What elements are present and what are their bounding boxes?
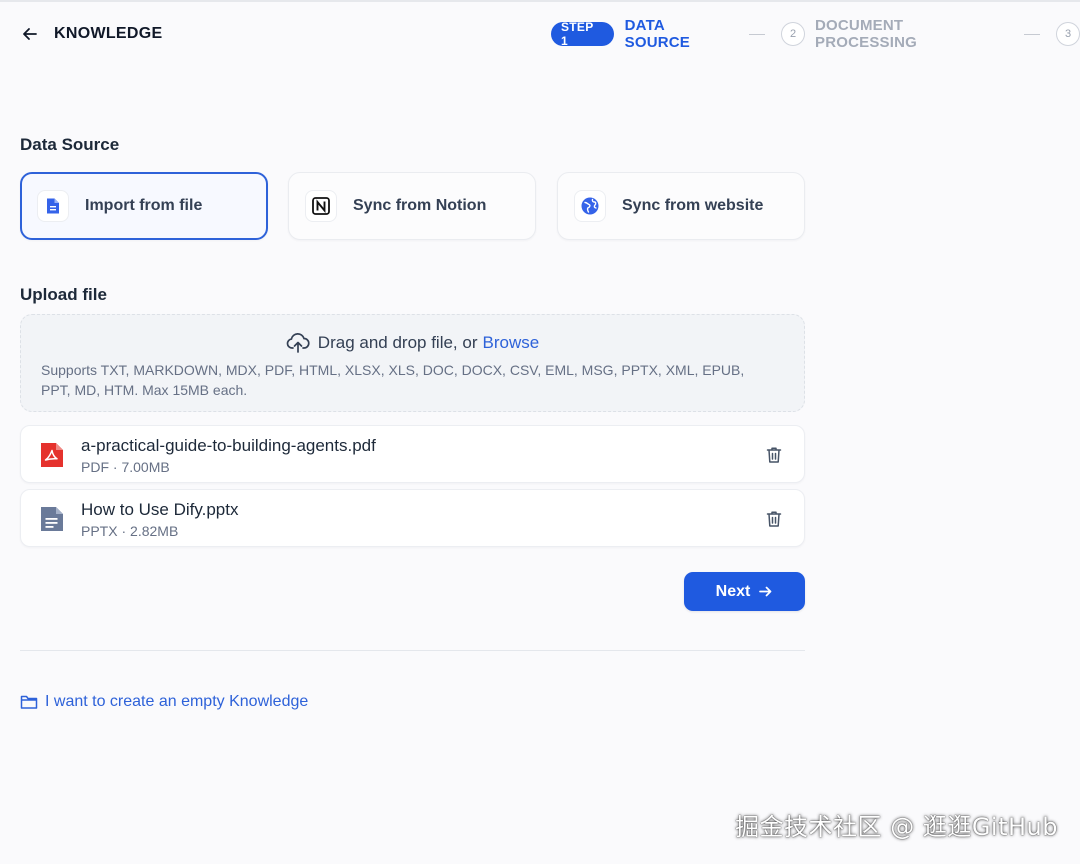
step-1-label: DATA SOURCE xyxy=(624,17,690,51)
file-icon xyxy=(37,190,69,222)
file-name: a-practical-guide-to-building-agents.pdf xyxy=(81,436,376,455)
step-1-badge: STEP 1 xyxy=(551,20,614,48)
page-title: KNOWLEDGE xyxy=(54,25,163,42)
step-connector xyxy=(749,33,766,35)
file-meta: PDF · 7.00MB xyxy=(81,459,170,475)
next-label: Next xyxy=(715,582,751,600)
step-2-circle: 2 xyxy=(781,22,805,46)
meta-separator: · xyxy=(121,523,127,539)
file-size: 2.82MB xyxy=(130,523,179,539)
trash-icon[interactable] xyxy=(764,445,784,465)
top-border xyxy=(0,0,1080,2)
document-icon xyxy=(40,506,64,532)
step-3-circle: 3 xyxy=(1056,22,1080,46)
file-name: How to Use Dify.pptx xyxy=(81,500,239,519)
step-connector xyxy=(1024,33,1041,35)
file-item: How to Use Dify.pptx PPTX · 2.82MB xyxy=(20,489,805,547)
upload-dropzone[interactable]: Drag and drop file, or Browse Supports T… xyxy=(20,314,805,412)
source-label: Import from file xyxy=(85,197,203,214)
notion-icon xyxy=(305,190,337,222)
file-type: PPTX xyxy=(81,523,118,539)
browse-link[interactable]: Browse xyxy=(483,333,540,353)
file-item: a-practical-guide-to-building-agents.pdf… xyxy=(20,425,805,483)
file-size: 7.00MB xyxy=(121,459,170,475)
source-sync-notion[interactable]: Sync from Notion xyxy=(288,172,536,240)
source-import-file[interactable]: Import from file xyxy=(20,172,268,240)
supported-formats: Supports TXT, MARKDOWN, MDX, PDF, HTML, … xyxy=(41,362,745,398)
drop-text: Drag and drop file, or xyxy=(317,333,478,352)
empty-knowledge-label: I want to create an empty Knowledge xyxy=(45,693,309,710)
create-empty-knowledge-link[interactable]: I want to create an empty Knowledge xyxy=(20,693,308,711)
data-source-title: Data Source xyxy=(20,135,120,154)
upload-prompt: Drag and drop file, or Browse xyxy=(21,331,804,355)
step-2-label: DOCUMENT PROCESSING xyxy=(815,17,918,51)
stepper: STEP 1 DATA SOURCE 2 DOCUMENT PROCESSING… xyxy=(551,17,1080,51)
source-label: Sync from Notion xyxy=(353,197,487,214)
trash-icon[interactable] xyxy=(764,509,784,529)
folder-icon xyxy=(20,693,38,711)
source-sync-website[interactable]: Sync from website xyxy=(557,172,805,240)
next-button[interactable]: Next xyxy=(684,572,805,611)
file-type: PDF xyxy=(81,459,109,475)
watermark: 掘金技术社区 @ 逛逛GitHub xyxy=(735,813,1058,841)
divider xyxy=(20,650,805,651)
arrow-right-icon xyxy=(758,584,773,599)
globe-icon xyxy=(574,190,606,222)
cloud-upload-icon xyxy=(286,331,310,355)
meta-separator: · xyxy=(112,459,118,475)
upload-title: Upload file xyxy=(20,285,107,304)
arrow-left-icon[interactable] xyxy=(20,24,40,44)
pdf-icon xyxy=(40,442,64,468)
source-label: Sync from website xyxy=(622,197,764,214)
file-meta: PPTX · 2.82MB xyxy=(81,523,178,539)
